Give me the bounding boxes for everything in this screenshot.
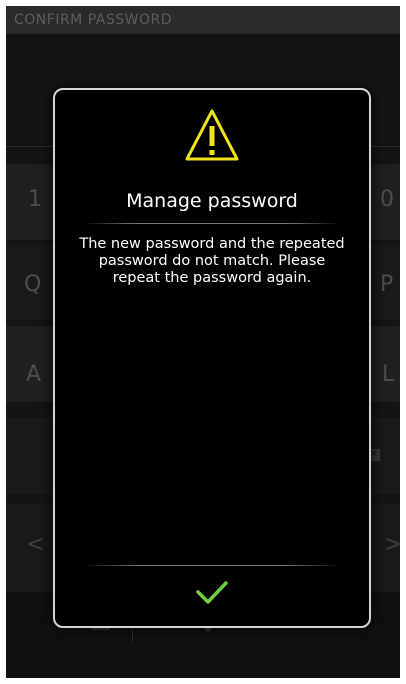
- nav-left-arrow-icon[interactable]: <: [26, 532, 44, 557]
- key-a[interactable]: A: [26, 362, 41, 387]
- screen-title: CONFIRM PASSWORD: [14, 12, 172, 28]
- header-bar: CONFIRM PASSWORD: [6, 6, 400, 34]
- error-dialog: Manage password The new password and the…: [53, 88, 371, 628]
- confirm-password-screen: CONFIRM PASSWORD 1 0 Q P A L ✕ < > Manag…: [6, 6, 400, 678]
- dialog-message: The new password and the repeated passwo…: [79, 236, 345, 286]
- key-0[interactable]: 0: [380, 187, 394, 212]
- nav-right-arrow-icon[interactable]: >: [384, 532, 400, 557]
- footer-divider: [83, 565, 341, 566]
- check-icon: [196, 581, 228, 604]
- confirm-button[interactable]: [182, 574, 242, 614]
- warning-icon: [185, 109, 239, 161]
- key-p[interactable]: P: [380, 272, 393, 297]
- key-q[interactable]: Q: [24, 272, 41, 297]
- dialog-title: Manage password: [126, 190, 298, 212]
- key-l[interactable]: L: [382, 362, 394, 387]
- title-divider: [83, 223, 341, 224]
- key-1[interactable]: 1: [28, 187, 42, 212]
